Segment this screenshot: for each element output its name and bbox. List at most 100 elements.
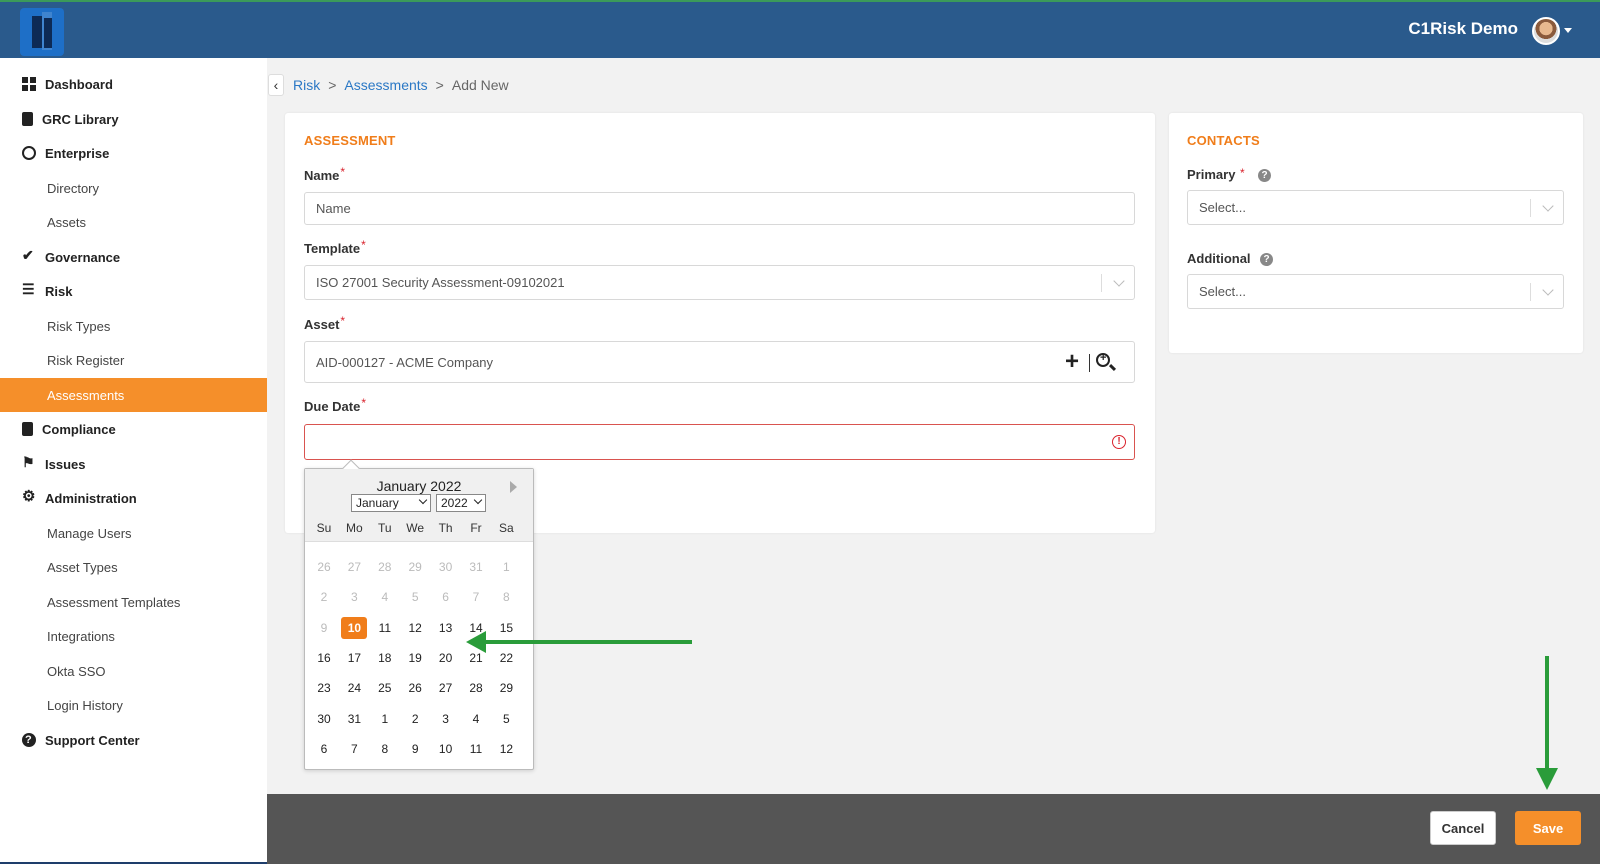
year-select[interactable]: 2022	[436, 494, 486, 512]
day-cell[interactable]: 2	[402, 708, 428, 730]
day-cell[interactable]: 8	[372, 738, 398, 760]
select-separator	[1101, 274, 1102, 292]
sidebar-item-compliance[interactable]: Compliance	[0, 412, 267, 446]
day-cell[interactable]: 26	[402, 677, 428, 699]
sidebar-item-enterprise[interactable]: Enterprise	[0, 136, 267, 170]
additional-contact-select[interactable]: Select...	[1187, 274, 1564, 309]
user-name[interactable]: C1Risk Demo	[1408, 19, 1518, 39]
day-cell[interactable]: 3	[433, 708, 459, 730]
day-cell[interactable]: 7	[341, 738, 367, 760]
day-cell[interactable]: 18	[372, 647, 398, 669]
day-cell[interactable]: 28	[463, 677, 489, 699]
due-date-input[interactable]: !	[304, 424, 1135, 460]
sidebar-item-dashboard[interactable]: Dashboard	[0, 67, 267, 101]
sidebar-item-label: Enterprise	[45, 145, 110, 161]
next-month-arrow-icon[interactable]	[510, 481, 517, 493]
c1risk-logo-icon[interactable]	[20, 8, 64, 56]
day-cell[interactable]: 6	[433, 586, 459, 608]
sidebar-item-governance[interactable]: Governance	[0, 240, 267, 274]
day-cell[interactable]: 9	[311, 617, 337, 639]
primary-contact-select[interactable]: Select...	[1187, 190, 1564, 225]
assessment-section-title: ASSESSMENT	[304, 133, 396, 148]
day-cell[interactable]: 31	[463, 556, 489, 578]
month-select[interactable]: January	[351, 494, 431, 512]
sidebar-item-risk-types[interactable]: Risk Types	[0, 309, 267, 343]
sidebar-item-assessment-templates[interactable]: Assessment Templates	[0, 585, 267, 619]
day-cell[interactable]: 1	[372, 708, 398, 730]
cancel-button[interactable]: Cancel	[1430, 811, 1496, 845]
sidebar-item-support-center[interactable]: Support Center	[0, 723, 267, 757]
sidebar-item-label: Manage Users	[47, 525, 132, 541]
day-cell[interactable]: 8	[493, 586, 519, 608]
user-menu-caret-icon[interactable]	[1564, 28, 1572, 33]
book-icon	[22, 112, 33, 126]
day-cell[interactable]: 6	[311, 738, 337, 760]
asset-input[interactable]: AID-000127 - ACME Company + +	[304, 341, 1135, 383]
day-cell[interactable]: 13	[433, 617, 459, 639]
day-cell[interactable]: 16	[311, 647, 337, 669]
sidebar-item-assets[interactable]: Assets	[0, 205, 267, 239]
day-cell[interactable]: 27	[341, 556, 367, 578]
primary-help-icon[interactable]: ?	[1258, 169, 1271, 182]
sidebar-item-manage-users[interactable]: Manage Users	[0, 516, 267, 550]
day-cell[interactable]: 31	[341, 708, 367, 730]
chevron-down-icon	[1542, 284, 1554, 296]
day-cell[interactable]: 12	[402, 617, 428, 639]
day-cell[interactable]: 19	[402, 647, 428, 669]
day-cell[interactable]: 15	[493, 617, 519, 639]
day-cell[interactable]: 17	[341, 647, 367, 669]
day-cell[interactable]: 12	[493, 738, 519, 760]
sidebar-item-integrations[interactable]: Integrations	[0, 619, 267, 653]
day-cell[interactable]: 25	[372, 677, 398, 699]
day-cell[interactable]: 5	[493, 708, 519, 730]
day-cell[interactable]: 30	[311, 708, 337, 730]
sidebar-item-label: Risk Types	[47, 318, 111, 334]
day-cell[interactable]: 11	[463, 738, 489, 760]
day-cell[interactable]: 1	[493, 556, 519, 578]
template-select[interactable]: ISO 27001 Security Assessment-09102021	[304, 265, 1135, 300]
back-chevron-icon[interactable]: ‹	[268, 74, 284, 96]
breadcrumb-assessments-link[interactable]: Assessments	[344, 77, 427, 93]
sidebar-item-login-history[interactable]: Login History	[0, 688, 267, 722]
day-cell[interactable]: 10	[433, 738, 459, 760]
day-cell[interactable]: 30	[433, 556, 459, 578]
day-cell[interactable]: 23	[311, 677, 337, 699]
selected-day-cell[interactable]: 10	[341, 616, 368, 639]
sidebar-item-directory[interactable]: Directory	[0, 171, 267, 205]
day-cell[interactable]: 2	[311, 586, 337, 608]
day-cell[interactable]: 4	[463, 708, 489, 730]
add-asset-plus-icon[interactable]: +	[1065, 350, 1079, 374]
breadcrumb-risk-link[interactable]: Risk	[293, 77, 320, 93]
sidebar-item-asset-types[interactable]: Asset Types	[0, 550, 267, 584]
sidebar-item-label: Risk	[45, 283, 73, 299]
save-button[interactable]: Save	[1515, 811, 1581, 845]
day-cell[interactable]: 29	[402, 556, 428, 578]
name-input[interactable]: Name	[304, 192, 1135, 225]
sidebar-item-risk[interactable]: Risk	[0, 274, 267, 308]
sidebar-item-label: Asset Types	[47, 559, 118, 575]
day-cell[interactable]: 4	[372, 586, 398, 608]
user-avatar[interactable]	[1532, 17, 1560, 45]
day-cell[interactable]: 3	[341, 586, 367, 608]
day-cell[interactable]: 28	[372, 556, 398, 578]
additional-help-icon[interactable]: ?	[1260, 253, 1273, 266]
sidebar-item-okta-sso[interactable]: Okta SSO	[0, 654, 267, 688]
sidebar-item-administration[interactable]: Administration	[0, 481, 267, 515]
day-cell[interactable]: 29	[493, 677, 519, 699]
day-cell[interactable]: 5	[402, 586, 428, 608]
sidebar-item-issues[interactable]: Issues	[0, 447, 267, 481]
day-cell[interactable]: 24	[341, 677, 367, 699]
search-asset-zoom-icon[interactable]: +	[1096, 352, 1110, 367]
day-cell[interactable]: 26	[311, 556, 337, 578]
primary-placeholder: Select...	[1199, 200, 1246, 215]
day-cell[interactable]: 7	[463, 586, 489, 608]
sidebar-item-risk-register[interactable]: Risk Register	[0, 343, 267, 377]
sidebar-item-grc-library[interactable]: GRC Library	[0, 102, 267, 136]
sidebar-item-assessments[interactable]: Assessments	[0, 378, 267, 412]
day-cell[interactable]: 22	[493, 647, 519, 669]
day-cell[interactable]: 11	[372, 617, 398, 639]
weekday-label: Sa	[499, 521, 514, 535]
day-cell[interactable]: 9	[402, 738, 428, 760]
day-cell[interactable]: 20	[433, 647, 459, 669]
day-cell[interactable]: 27	[433, 677, 459, 699]
